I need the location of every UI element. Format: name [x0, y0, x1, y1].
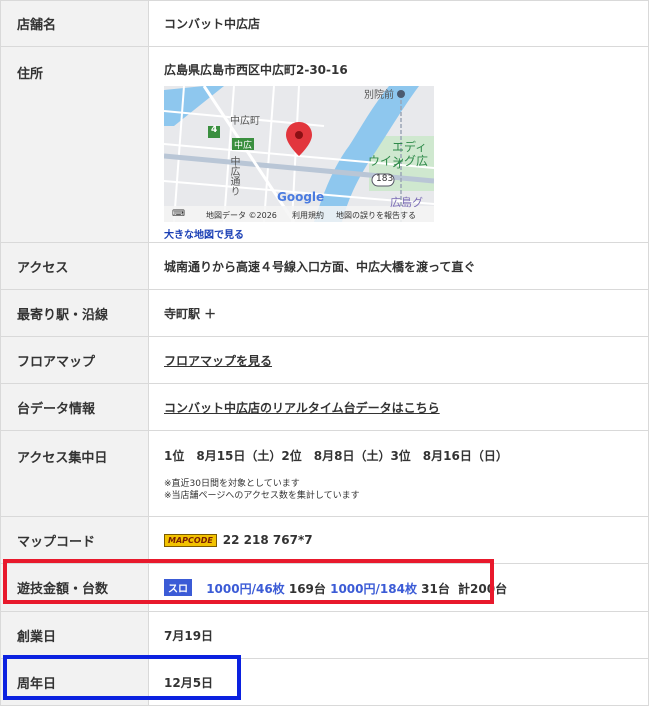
row-station: 最寄り駅・沿線 寺町駅 ＋ — [0, 289, 649, 337]
label-station: 最寄り駅・沿線 — [0, 289, 149, 337]
label-floor-map: フロアマップ — [0, 336, 149, 384]
value-map-code: MAPCODE 22 218 767*7 — [148, 516, 649, 564]
keyboard-icon[interactable]: ⌨ — [172, 209, 185, 219]
row-access-peak: アクセス集中日 1位 8月15日（土）2位 8月8日（土）3位 8月16日（日）… — [0, 430, 649, 517]
row-access: アクセス 城南通りから高速４号線入口方面、中広大橋を渡って直ぐ — [0, 242, 649, 290]
google-logo: Google — [277, 190, 325, 204]
row-address: 住所 広島県広島市西区中広町2-30-16 別院前 中広町 4 中広 エディオ … — [0, 46, 649, 243]
map-report-link[interactable]: 地図の誤りを報告する — [336, 210, 416, 221]
value-access: 城南通りから高速４号線入口方面、中広大橋を渡って直ぐ — [148, 242, 649, 290]
row-shop-name: 店舗名 コンバット中広店 — [0, 0, 649, 47]
map-label-route4: 4 — [211, 125, 218, 135]
map-attribution: 地図データ ©2026 — [206, 211, 277, 220]
row-floor-map: フロアマップ フロアマップを見る — [0, 336, 649, 384]
label-map-code: マップコード — [0, 516, 149, 564]
value-shop-name: コンバット中広店 — [148, 0, 649, 47]
access-peak-note-1: ※直近30日間を対象としています — [164, 479, 300, 489]
map-label-betsuin: 別院前 — [364, 90, 394, 101]
big-map-link[interactable]: 大きな地図で見る — [164, 226, 648, 241]
value-address: 広島県広島市西区中広町2-30-16 別院前 中広町 4 中広 エディオ ウイン… — [148, 46, 649, 243]
row-machine-data: 台データ情報 コンバット中広店のリアルタイム台データはこちら — [0, 383, 649, 431]
address-text: 広島県広島市西区中広町2-30-16 — [164, 63, 348, 77]
label-access: アクセス — [0, 242, 149, 290]
label-machine-data: 台データ情報 — [0, 383, 149, 431]
highlight-box-red — [3, 559, 494, 604]
map-label-hiroshima-g: 広島グ — [390, 196, 423, 209]
highlight-box-blue — [3, 655, 241, 700]
access-peak-note-2: ※当店舗ページへのアクセス数を集計しています — [164, 491, 360, 501]
label-founded: 創業日 — [0, 611, 149, 659]
row-map-code: マップコード MAPCODE 22 218 767*7 — [0, 516, 649, 564]
embedded-map[interactable]: 別院前 中広町 4 中広 エディオ ウイング広 中広通り 183 広島グ Goo… — [164, 86, 434, 222]
label-address: 住所 — [0, 46, 149, 243]
map-terms-link[interactable]: 利用規約 — [292, 210, 324, 221]
row-founded: 創業日 7月19日 — [0, 611, 649, 659]
map-code-value: 22 218 767*7 — [222, 533, 313, 547]
machine-data-link[interactable]: コンバット中広店のリアルタイム台データはこちら — [164, 401, 440, 415]
map-label-nakahiro-cho: 中広町 — [230, 116, 260, 127]
label-access-peak: アクセス集中日 — [0, 430, 149, 517]
value-station[interactable]: 寺町駅 ＋ — [148, 289, 649, 337]
value-founded: 7月19日 — [148, 611, 649, 659]
map-label-wing: ウイング広 — [368, 154, 429, 168]
map-label-nakahiro-dori: 中広通り — [228, 156, 239, 196]
access-peak-ranking: 1位 8月15日（土）2位 8月8日（土）3位 8月16日（日） — [164, 449, 508, 463]
map-label-route183: 183 — [376, 174, 394, 184]
map-label-nakahiro-sign: 中広 — [234, 141, 253, 151]
label-shop-name: 店舗名 — [0, 0, 149, 47]
value-access-peak: 1位 8月15日（土）2位 8月8日（土）3位 8月16日（日） ※直近30日間… — [148, 430, 649, 517]
mapcode-logo-icon: MAPCODE — [164, 534, 217, 547]
floor-map-link[interactable]: フロアマップを見る — [164, 354, 272, 368]
